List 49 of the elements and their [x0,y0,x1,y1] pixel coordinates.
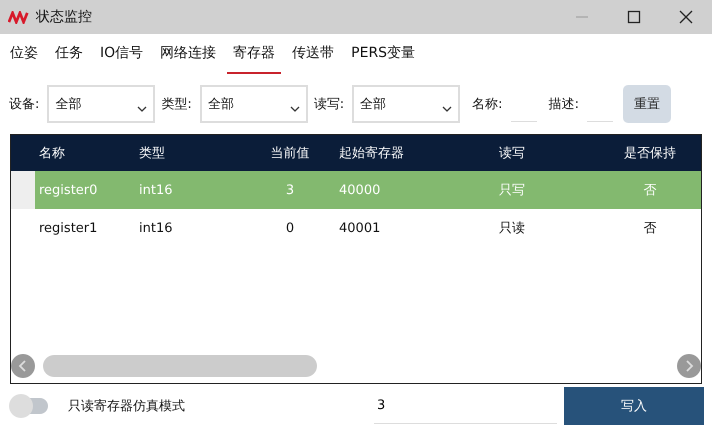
table-cell-text: 40000 [338,182,382,198]
close-icon [679,10,693,24]
input-field[interactable]: 3 [374,388,557,424]
tab[interactable]: IO信号 [94,34,150,74]
table-cell-text: 0 [284,220,296,236]
filter-label: 读写: [314,96,344,113]
reset-button[interactable]: 重置 [622,85,671,123]
tab[interactable]: 任务 [49,34,89,74]
column-header: 名称 [38,145,66,162]
logo-icon [8,10,30,24]
column-header: 当前值 [270,145,310,162]
minimize-icon [576,16,588,18]
column-header: 读写 [498,145,526,162]
chevron-down-icon [442,106,452,112]
scroll-right-icon[interactable] [677,354,701,378]
table-cell-text: int16 [138,220,174,236]
filter-label: 描述: [548,96,579,113]
tab[interactable]: 传送带 [286,34,340,74]
table-cell-text: register1 [38,220,98,236]
tab[interactable]: 寄存器 [227,34,282,74]
filter-label: 类型: [161,96,192,113]
column-header: 起始寄存器 [338,145,405,162]
tab[interactable]: 网络连接 [154,34,222,74]
filter-label: 名称: [472,96,503,113]
column-header: 是否保持 [623,145,677,162]
table-row[interactable]: register1 int16 0 40001 只读 否 [11,209,701,247]
chevron-down-icon [137,106,148,112]
table-cell-text: 否 [642,182,658,199]
table-cell-text: 否 [642,220,658,237]
column-header: 类型 [138,145,166,162]
table-cell-text: 3 [284,182,296,198]
filter-label: 设备: [9,96,40,113]
dropdown[interactable]: 全部 [352,85,460,123]
table-cell-text: 只读 [498,220,526,237]
tab[interactable]: 位姿 [4,34,44,74]
maximize-icon [627,10,641,24]
tab[interactable]: PERS变量 [345,34,422,74]
scroll-left-icon[interactable] [11,354,35,378]
toggle-label: 只读寄存器仿真模式 [68,398,186,415]
table-cell-text: int16 [138,182,174,198]
dropdown[interactable]: 全部 [47,85,156,123]
table-cell-text: 40001 [338,220,382,236]
write-button[interactable]: 写入 [564,387,704,425]
table-cell-text: 只写 [498,182,526,199]
table-cell-text: register0 [38,182,98,198]
dropdown[interactable]: 全部 [200,85,308,123]
window-title: 状态监控 [36,8,92,26]
chevron-down-icon [290,106,300,112]
scrollbar-thumb[interactable] [43,355,317,377]
